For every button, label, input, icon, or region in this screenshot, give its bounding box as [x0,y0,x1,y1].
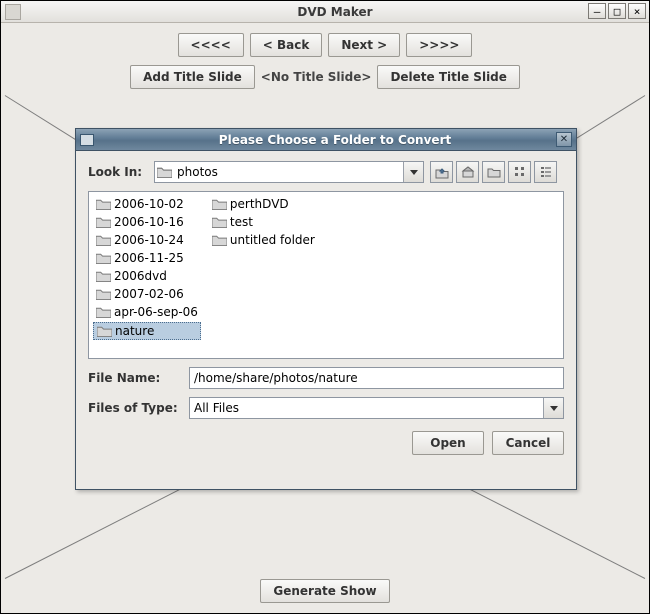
close-button[interactable]: × [628,3,646,19]
files-of-type-value: All Files [190,401,543,415]
decorative-line [467,487,646,579]
maximize-button[interactable]: □ [608,3,626,19]
folder-name: 2006-10-02 [114,197,184,211]
folder-icon [96,252,111,264]
add-title-slide-button[interactable]: Add Title Slide [130,65,255,89]
window-title: DVD Maker [21,5,649,19]
look-in-dropdown-arrow[interactable] [403,162,423,182]
folder-entry[interactable]: perthDVD [209,196,318,212]
list-view-button[interactable] [508,161,531,183]
dialog-title: Please Choose a Folder to Convert [94,133,576,147]
folder-icon [212,198,227,210]
dialog-icon [80,134,94,146]
minimize-button[interactable]: – [588,3,606,19]
folder-icon [155,166,173,178]
folder-name: 2006dvd [114,269,167,283]
folder-icon [96,198,111,210]
look-in-combo[interactable]: photos [154,161,424,183]
new-folder-button[interactable] [482,161,505,183]
folder-icon [96,270,111,282]
folder-entry[interactable]: 2006-10-24 [93,232,201,248]
folder-entry[interactable]: 2006-10-02 [93,196,201,212]
first-button[interactable]: <<<< [178,33,244,57]
folder-name: test [230,215,253,229]
folder-name: nature [115,324,154,338]
folder-icon [96,216,111,228]
window-titlebar: DVD Maker – □ × [1,1,649,23]
dialog-titlebar: Please Choose a Folder to Convert ✕ [76,129,576,151]
folder-entry[interactable]: test [209,214,318,230]
details-view-button[interactable] [534,161,557,183]
home-button[interactable] [456,161,479,183]
folder-name: 2007-02-06 [114,287,184,301]
decorative-line [5,487,184,579]
dialog-close-button[interactable]: ✕ [556,132,572,147]
folder-entry[interactable]: untitled folder [209,232,318,248]
files-of-type-combo[interactable]: All Files [189,397,564,419]
folder-icon [97,325,112,337]
folder-entry[interactable]: apr-06-sep-06 [93,304,201,320]
folder-name: apr-06-sep-06 [114,305,198,319]
folder-icon [96,234,111,246]
folder-icon [96,288,111,300]
folder-entry[interactable]: nature [93,322,201,340]
folder-icon [96,306,111,318]
look-in-label: Look In: [88,165,148,179]
title-slide-status: <No Title Slide> [261,70,372,84]
app-icon [5,4,21,20]
folder-icon [212,216,227,228]
folder-name: 2006-10-16 [114,215,184,229]
folder-entry[interactable]: 2006-11-25 [93,250,201,266]
open-button[interactable]: Open [412,431,484,455]
file-list[interactable]: 2006-10-02 2006-10-16 2006-10-24 2006-11-25… [88,191,564,359]
file-name-input[interactable] [189,367,564,389]
last-button[interactable]: >>>> [406,33,472,57]
back-button[interactable]: < Back [250,33,323,57]
folder-chooser-dialog: Please Choose a Folder to Convert ✕ Look… [75,128,577,490]
generate-show-button[interactable]: Generate Show [260,579,389,603]
folder-name: 2006-10-24 [114,233,184,247]
file-name-label: File Name: [88,371,183,385]
files-of-type-label: Files of Type: [88,401,183,415]
folder-name: untitled folder [230,233,315,247]
folder-entry[interactable]: 2006dvd [93,268,201,284]
up-one-level-button[interactable] [430,161,453,183]
files-of-type-dropdown-arrow[interactable] [543,398,563,418]
folder-name: perthDVD [230,197,289,211]
folder-entry[interactable]: 2006-10-16 [93,214,201,230]
delete-title-slide-button[interactable]: Delete Title Slide [377,65,519,89]
next-button[interactable]: Next > [328,33,400,57]
folder-entry[interactable]: 2007-02-06 [93,286,201,302]
look-in-value: photos [173,165,403,179]
cancel-button[interactable]: Cancel [492,431,564,455]
folder-name: 2006-11-25 [114,251,184,265]
folder-icon [212,234,227,246]
